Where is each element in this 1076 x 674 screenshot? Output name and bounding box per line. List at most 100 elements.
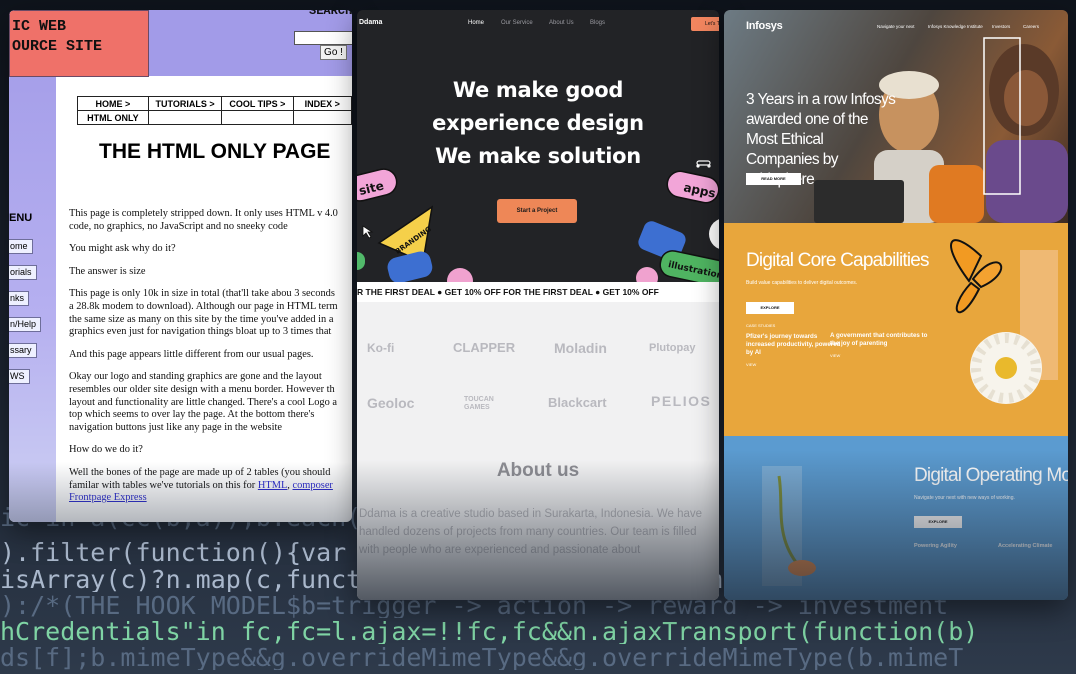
read-more-button[interactable]: READ MORE bbox=[746, 173, 801, 185]
explore-button[interactable]: EXPLORE bbox=[746, 302, 794, 314]
site-sticker: site bbox=[357, 168, 398, 202]
site-logo[interactable]: IC WEB OURCE SITE bbox=[9, 10, 149, 77]
cursor-icon bbox=[362, 225, 374, 239]
menu-button-news[interactable]: WS bbox=[9, 369, 30, 384]
apps-sticker: apps bbox=[666, 170, 719, 204]
nav-our-service[interactable]: Our Service bbox=[501, 20, 533, 26]
digital-core-section: Digital Core Capabilities Build value ca… bbox=[724, 223, 1068, 436]
text-line: resembles our older site design with a m… bbox=[69, 383, 335, 395]
logo-line: OURCE SITE bbox=[12, 38, 103, 55]
section-subtitle: Navigate your next with new ways of work… bbox=[914, 495, 1015, 501]
nav-home[interactable]: HOME > bbox=[77, 96, 149, 111]
text-line: handled dozens of projects from many cou… bbox=[359, 526, 697, 538]
hero-section: Infosys Navigate your next Infosys Knowl… bbox=[724, 10, 1068, 223]
text-line: familar with tables we've tutorials on t… bbox=[69, 479, 258, 491]
partner-logo-kofi: Ko-fi bbox=[367, 341, 395, 355]
card-label: CASE STUDIES bbox=[746, 323, 776, 328]
hero-line: We make good bbox=[452, 78, 624, 102]
nav-navigate-your-next[interactable]: Navigate your next bbox=[877, 24, 915, 29]
text-line: This page is only 10k in size in total (… bbox=[69, 288, 335, 300]
text-line: layout and functionality are little chan… bbox=[69, 396, 337, 408]
section-title: Digital Core Capabilities bbox=[746, 250, 930, 271]
paragraph: How do we do it? bbox=[69, 444, 143, 456]
paragraph: Okay our logo and standing graphics are … bbox=[69, 371, 352, 434]
text-line: Okay our logo and standing graphics are … bbox=[69, 371, 322, 383]
nav-home[interactable]: Home bbox=[468, 20, 484, 26]
partner-logo-toucan-games: TOUCAN GAMES bbox=[464, 396, 494, 411]
logo-line: IC WEB bbox=[12, 18, 67, 35]
brand-logo[interactable]: Ddama bbox=[359, 19, 382, 26]
nav-careers[interactable]: Careers bbox=[1023, 24, 1039, 29]
text-line: the same size as many on this site by th… bbox=[69, 313, 334, 325]
partner-logo-pelios: PELIOS bbox=[651, 393, 712, 409]
card-title: A government that contributes to the joy… bbox=[830, 332, 928, 347]
paragraph: Well the bones of the page are made up o… bbox=[69, 467, 352, 505]
section-subtitle: Build value capabilities to deliver digi… bbox=[746, 280, 858, 286]
partner-logo-plutopay: Plutopay bbox=[649, 342, 696, 354]
code-line: hCredentials"in fc,fc=l.ajax=!!fc,fc&&n.… bbox=[0, 619, 1076, 644]
explore-button[interactable]: EXPLORE bbox=[914, 516, 962, 528]
partner-logo-moladin: Moladin bbox=[554, 340, 607, 356]
partner-logo-geoloc: Geoloc bbox=[367, 395, 415, 411]
case-study-card[interactable]: A government that contributes to the joy… bbox=[830, 332, 930, 360]
model-card[interactable]: Powering Agility bbox=[914, 543, 984, 550]
nav-about-us[interactable]: About Us bbox=[549, 20, 574, 26]
code-keyword: hCredentials"in fc,fc=l.ajax=!!fc,fc&&n.… bbox=[0, 619, 979, 644]
text-line: navigation buttons just like any page in… bbox=[69, 421, 282, 433]
text-line: a 28.8k modem to download). Although our… bbox=[69, 300, 338, 312]
model-card[interactable]: Accelerating Climate bbox=[998, 543, 1068, 550]
nav-index[interactable]: INDEX > bbox=[292, 96, 352, 111]
flower-icon bbox=[970, 332, 1042, 404]
code-line: ds[f];b.mimeType&&g.overrideMimeType&&g.… bbox=[0, 645, 964, 670]
start-project-button[interactable]: Start a Project bbox=[497, 199, 577, 223]
paragraph: You might ask why do it? bbox=[69, 243, 176, 255]
butterfly-icon bbox=[950, 239, 1003, 314]
paragraph: And this page appears little different f… bbox=[69, 348, 314, 360]
digital-operating-section: Digital Operating Models Navigate your n… bbox=[724, 436, 1068, 600]
partner-logo-blackcart: Blackcart bbox=[548, 395, 607, 410]
nav-blogs[interactable]: Blogs bbox=[590, 20, 605, 26]
nav-table: HOME > TUTORIALS > COOL TIPS > INDEX > H… bbox=[77, 96, 352, 125]
menu-button-home[interactable]: ome bbox=[9, 239, 33, 254]
text-line: with people who are experienced and pass… bbox=[359, 544, 641, 556]
promo-marquee: R THE FIRST DEAL ● GET 10% OFF FOR THE F… bbox=[357, 282, 719, 302]
card-title: Pfizer's journey towards increased produ… bbox=[746, 333, 841, 356]
nav-knowledge-institute[interactable]: Infosys Knowledge Institute bbox=[928, 24, 983, 29]
hero-line: experience design bbox=[432, 111, 644, 135]
text-line: Ddama is a creative studio based in Sura… bbox=[359, 508, 703, 520]
search-input[interactable] bbox=[294, 31, 352, 45]
menu-title: ENU bbox=[9, 212, 33, 224]
html-only-page-screenshot: IC WEB OURCE SITE SEARCH Go ! HOME > TUT… bbox=[9, 10, 352, 522]
infosys-logo[interactable]: Infosys bbox=[746, 20, 783, 32]
plant-image bbox=[762, 466, 816, 586]
frontpage-express-link[interactable]: Frontpage Express bbox=[69, 492, 147, 503]
search-label: SEARCH bbox=[309, 10, 352, 18]
menu-button-help[interactable]: n/Help bbox=[9, 317, 42, 332]
nav-investors[interactable]: Investors bbox=[992, 24, 1010, 29]
about-text: Ddama is a creative studio based in Sura… bbox=[359, 505, 719, 559]
go-button[interactable]: Go ! bbox=[320, 45, 347, 60]
article-body: This page is completely stripped down. I… bbox=[69, 208, 352, 515]
paragraph: This page is only 10k in size in total (… bbox=[69, 288, 352, 338]
nav-tutorials[interactable]: TUTORIALS > bbox=[147, 96, 223, 111]
view-link[interactable]: VIEW bbox=[746, 361, 846, 369]
site-header: Ddama Home Our Service About Us Blogs Le… bbox=[357, 10, 719, 40]
text-line: This page is completely stripped down. I… bbox=[69, 208, 338, 219]
page-title: THE HTML ONLY PAGE bbox=[99, 140, 331, 163]
composer-link[interactable]: composer bbox=[293, 480, 333, 491]
nav-html-only[interactable]: HTML ONLY bbox=[77, 110, 149, 125]
view-link[interactable]: VIEW bbox=[830, 352, 930, 360]
menu-button-links[interactable]: nks bbox=[9, 291, 30, 306]
menu-button-glossary[interactable]: ssary bbox=[9, 343, 37, 358]
html-link[interactable]: HTML bbox=[258, 480, 287, 491]
infosys-site-screenshot: Infosys Navigate your next Infosys Knowl… bbox=[724, 10, 1068, 600]
lets-talk-button[interactable]: Let's T bbox=[691, 17, 719, 31]
menu-button-tutorials[interactable]: orials bbox=[9, 265, 37, 280]
nav-cool-tips[interactable]: COOL TIPS > bbox=[221, 96, 294, 111]
section-title: Digital Operating Models bbox=[914, 465, 1068, 486]
paragraph: This page is completely stripped down. I… bbox=[69, 208, 352, 233]
partner-logo-clapper: CLAPPER bbox=[453, 340, 516, 355]
text-line: graphics even just for navigation things… bbox=[69, 326, 332, 338]
text-line: code, no graphics, no JavaScript and no … bbox=[69, 220, 288, 232]
pen-tool-icon bbox=[696, 160, 711, 168]
